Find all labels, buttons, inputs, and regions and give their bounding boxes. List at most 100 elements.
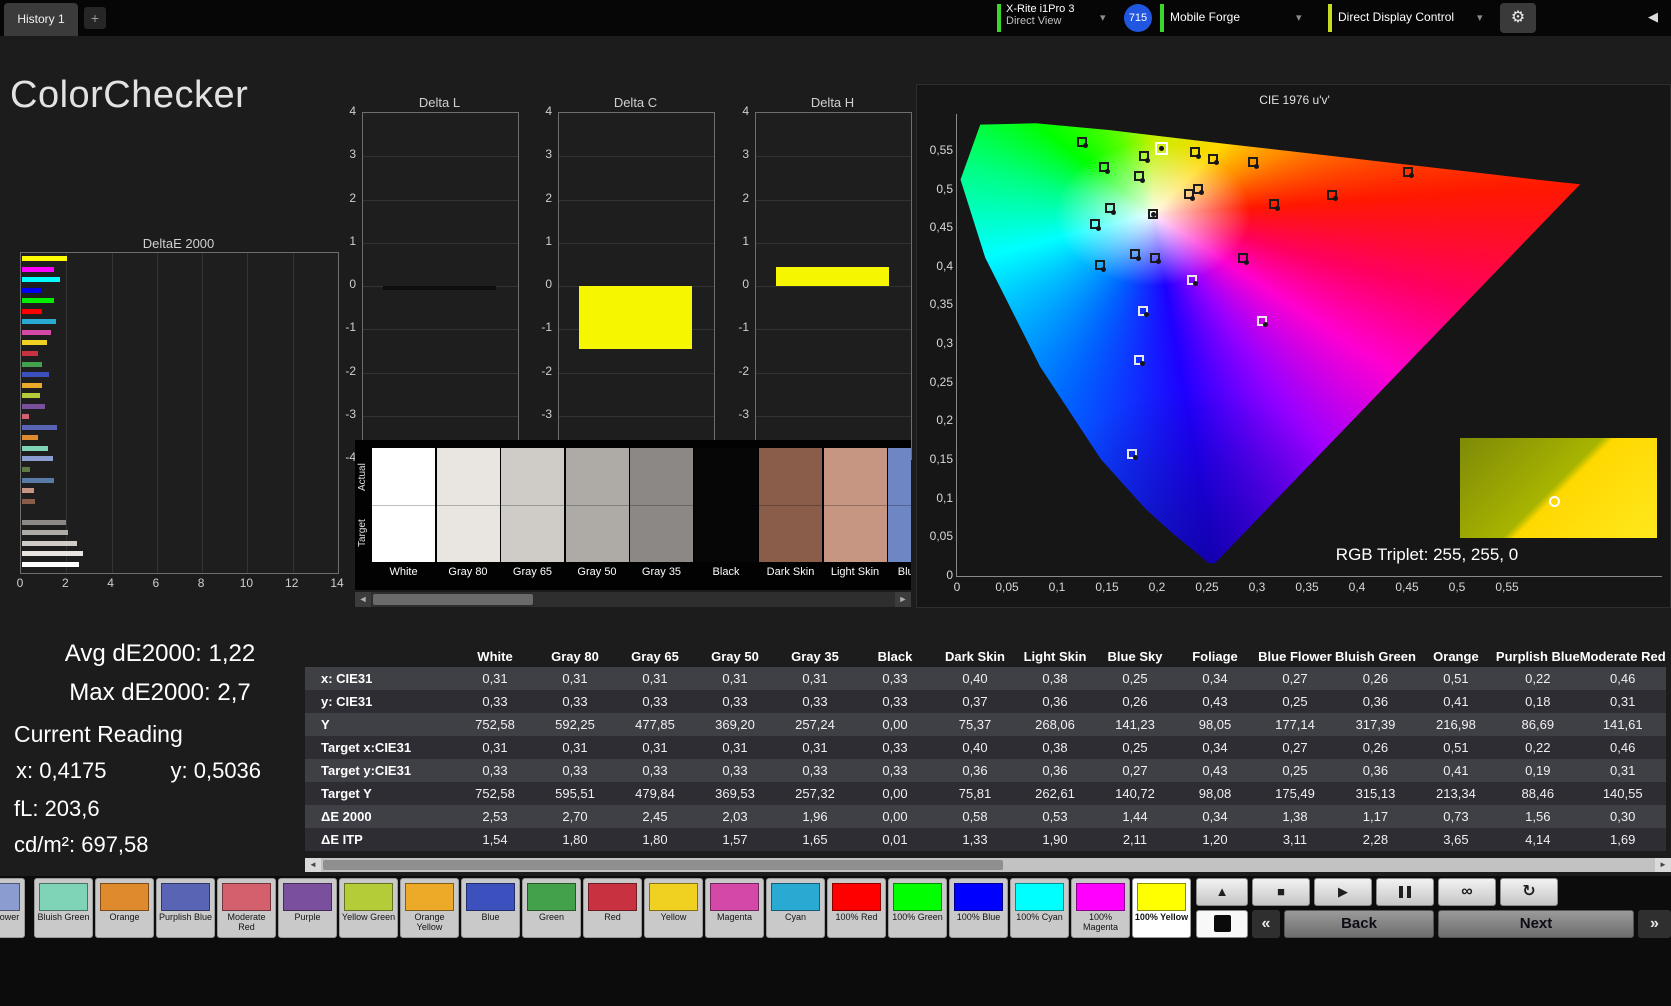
de-bar-green [22,361,43,367]
table-cell: 0,36 [1362,763,1389,778]
tick-label: 0,1 [1048,580,1066,594]
back-button[interactable]: Back [1284,910,1434,938]
scrollbar-thumb[interactable] [323,860,1003,870]
pattern-button-100-green[interactable]: 100% Green [888,878,947,938]
pattern-button-purplish-blue[interactable]: Purplish Blue [156,878,215,938]
table-cell: 0,31 [802,740,828,755]
new-tab-button[interactable]: + [84,7,106,29]
pattern-button-100-yellow[interactable]: 100% Yellow [1132,878,1191,938]
table-cell: 0,25 [1122,671,1148,686]
pattern-button-100-red[interactable]: 100% Red [827,878,886,938]
pattern-button-label: 100% Cyan [1016,912,1063,922]
pattern-button-100-cyan[interactable]: 100% Cyan [1010,878,1069,938]
arrow-up-icon: ▲ [1215,884,1229,899]
table-cell: 2,53 [482,809,508,824]
stop-button[interactable]: ■ [1252,878,1310,906]
pattern-color-chip [710,883,759,911]
next-button[interactable]: Next [1438,910,1634,938]
display-control-selector[interactable]: Direct Display Control [1338,10,1454,24]
row-label: ΔE ITP [321,832,363,847]
table-cell: 0,34 [1202,671,1228,686]
de-bar-100-blue [22,287,43,293]
pattern-button-label: Purplish Blue [158,912,213,922]
table-cell: 1,56 [1525,809,1551,824]
table-cell: 0,25 [1282,763,1308,778]
pattern-button-label: 100% Yellow [1134,912,1189,922]
meter-mode: Direct View [1006,15,1062,27]
pattern-button-label: 100% Green [892,912,943,922]
table-scrollbar[interactable]: ◄ ► [305,858,1671,872]
pattern-up-button[interactable]: ▲ [1196,878,1248,906]
pattern-button-orange[interactable]: Orange [95,878,154,938]
pattern-button-bluish-green[interactable]: Bluish Green [34,878,93,938]
pattern-button-green[interactable]: Green [522,878,581,938]
chart-title: DeltaE 2000 [142,236,215,251]
tick-label: 0,35 [1295,580,1319,594]
table-cell: 477,85 [635,717,675,732]
reading-count-badge: 715 [1124,4,1152,32]
pattern-button-cyan[interactable]: Cyan [766,878,825,938]
pattern-window-button[interactable] [1196,910,1248,938]
tick-label: 2 [742,190,749,205]
tick-label: 0,3 [936,336,953,351]
table-header-cell: Bluish Green [1335,648,1416,664]
table-cell: 0,31 [1610,694,1636,709]
table-cell: 592,25 [555,717,595,732]
pattern-source-selector[interactable]: Mobile Forge [1170,10,1240,24]
scrollbar-thumb[interactable] [373,594,533,605]
patch-strip-scrollbar[interactable]: ◄ ► [355,592,911,607]
chevron-down-icon[interactable]: ▾ [1100,11,1106,24]
pause-button[interactable] [1376,878,1434,906]
pattern-color-chip [344,883,393,911]
table-cell: 0,58 [962,809,988,824]
current-color-patch [1460,438,1657,538]
cie-measure-dot [1243,259,1249,265]
next-chevrons-icon[interactable]: » [1638,910,1671,938]
loop-button[interactable]: ∞ [1438,878,1496,906]
pattern-button-blue-flower[interactable]: Blue Flower [0,878,25,938]
settings-button[interactable]: ⚙ [1500,3,1536,33]
cie-measure-dot [1104,168,1110,174]
table-cell: 1,80 [642,832,668,847]
table-cell: 177,14 [1275,717,1315,732]
gridline [559,242,714,244]
table-cell: 0,30 [1610,809,1636,824]
scroll-right-icon[interactable]: ► [1655,858,1671,872]
delta-l-chart: Delta L 4 3 2 1 0 -1 -2 -3 -4 [345,95,519,475]
pattern-button-moderate-red[interactable]: Moderate Red [217,878,276,938]
de-bar-purplish-blue [22,424,58,430]
pattern-button-label: Green [538,912,564,922]
pattern-button-purple[interactable]: Purple [278,878,337,938]
pattern-button-magenta[interactable]: Magenta [705,878,764,938]
scroll-left-icon[interactable]: ◄ [355,592,371,607]
collapse-panel-button[interactable]: ◀ [1648,9,1658,25]
gridline [756,415,911,417]
scroll-left-icon[interactable]: ◄ [305,858,321,872]
meter-selector[interactable]: X-Rite i1Pro 3 Direct View [1006,3,1098,27]
pattern-button-yellow[interactable]: Yellow [644,878,703,938]
pattern-button-100-magenta[interactable]: 100% Magenta [1071,878,1130,938]
pattern-color-chip [283,883,332,911]
repeat-button[interactable]: ↻ [1500,878,1558,906]
table-cell: 0,46 [1610,740,1636,755]
tick-label: 0 [742,277,749,291]
pattern-button-label: Blue Flower [0,912,20,922]
back-chevrons-icon[interactable]: « [1252,910,1280,938]
scroll-right-icon[interactable]: ► [895,592,911,607]
table-cell: 213,34 [1436,786,1476,801]
pattern-color-chip [954,883,1003,911]
de-bar-magenta [22,329,52,335]
pattern-button-100-blue[interactable]: 100% Blue [949,878,1008,938]
play-button[interactable]: ▶ [1314,878,1372,906]
pattern-button-blue[interactable]: Blue [461,878,520,938]
pattern-button-orange-yellow[interactable]: Orange Yellow [400,878,459,938]
pattern-button-red[interactable]: Red [583,878,642,938]
chevron-down-icon[interactable]: ▾ [1477,11,1483,24]
table-cell: 257,32 [795,786,835,801]
tab-history-1[interactable]: History 1 [4,3,78,36]
pattern-button-yellow-green[interactable]: Yellow Green [339,878,398,938]
patch-swatch-light-skin [823,448,887,562]
table-cell: 369,53 [715,786,755,801]
chevron-down-icon[interactable]: ▾ [1296,11,1302,24]
table-header-cell: White [477,648,513,664]
